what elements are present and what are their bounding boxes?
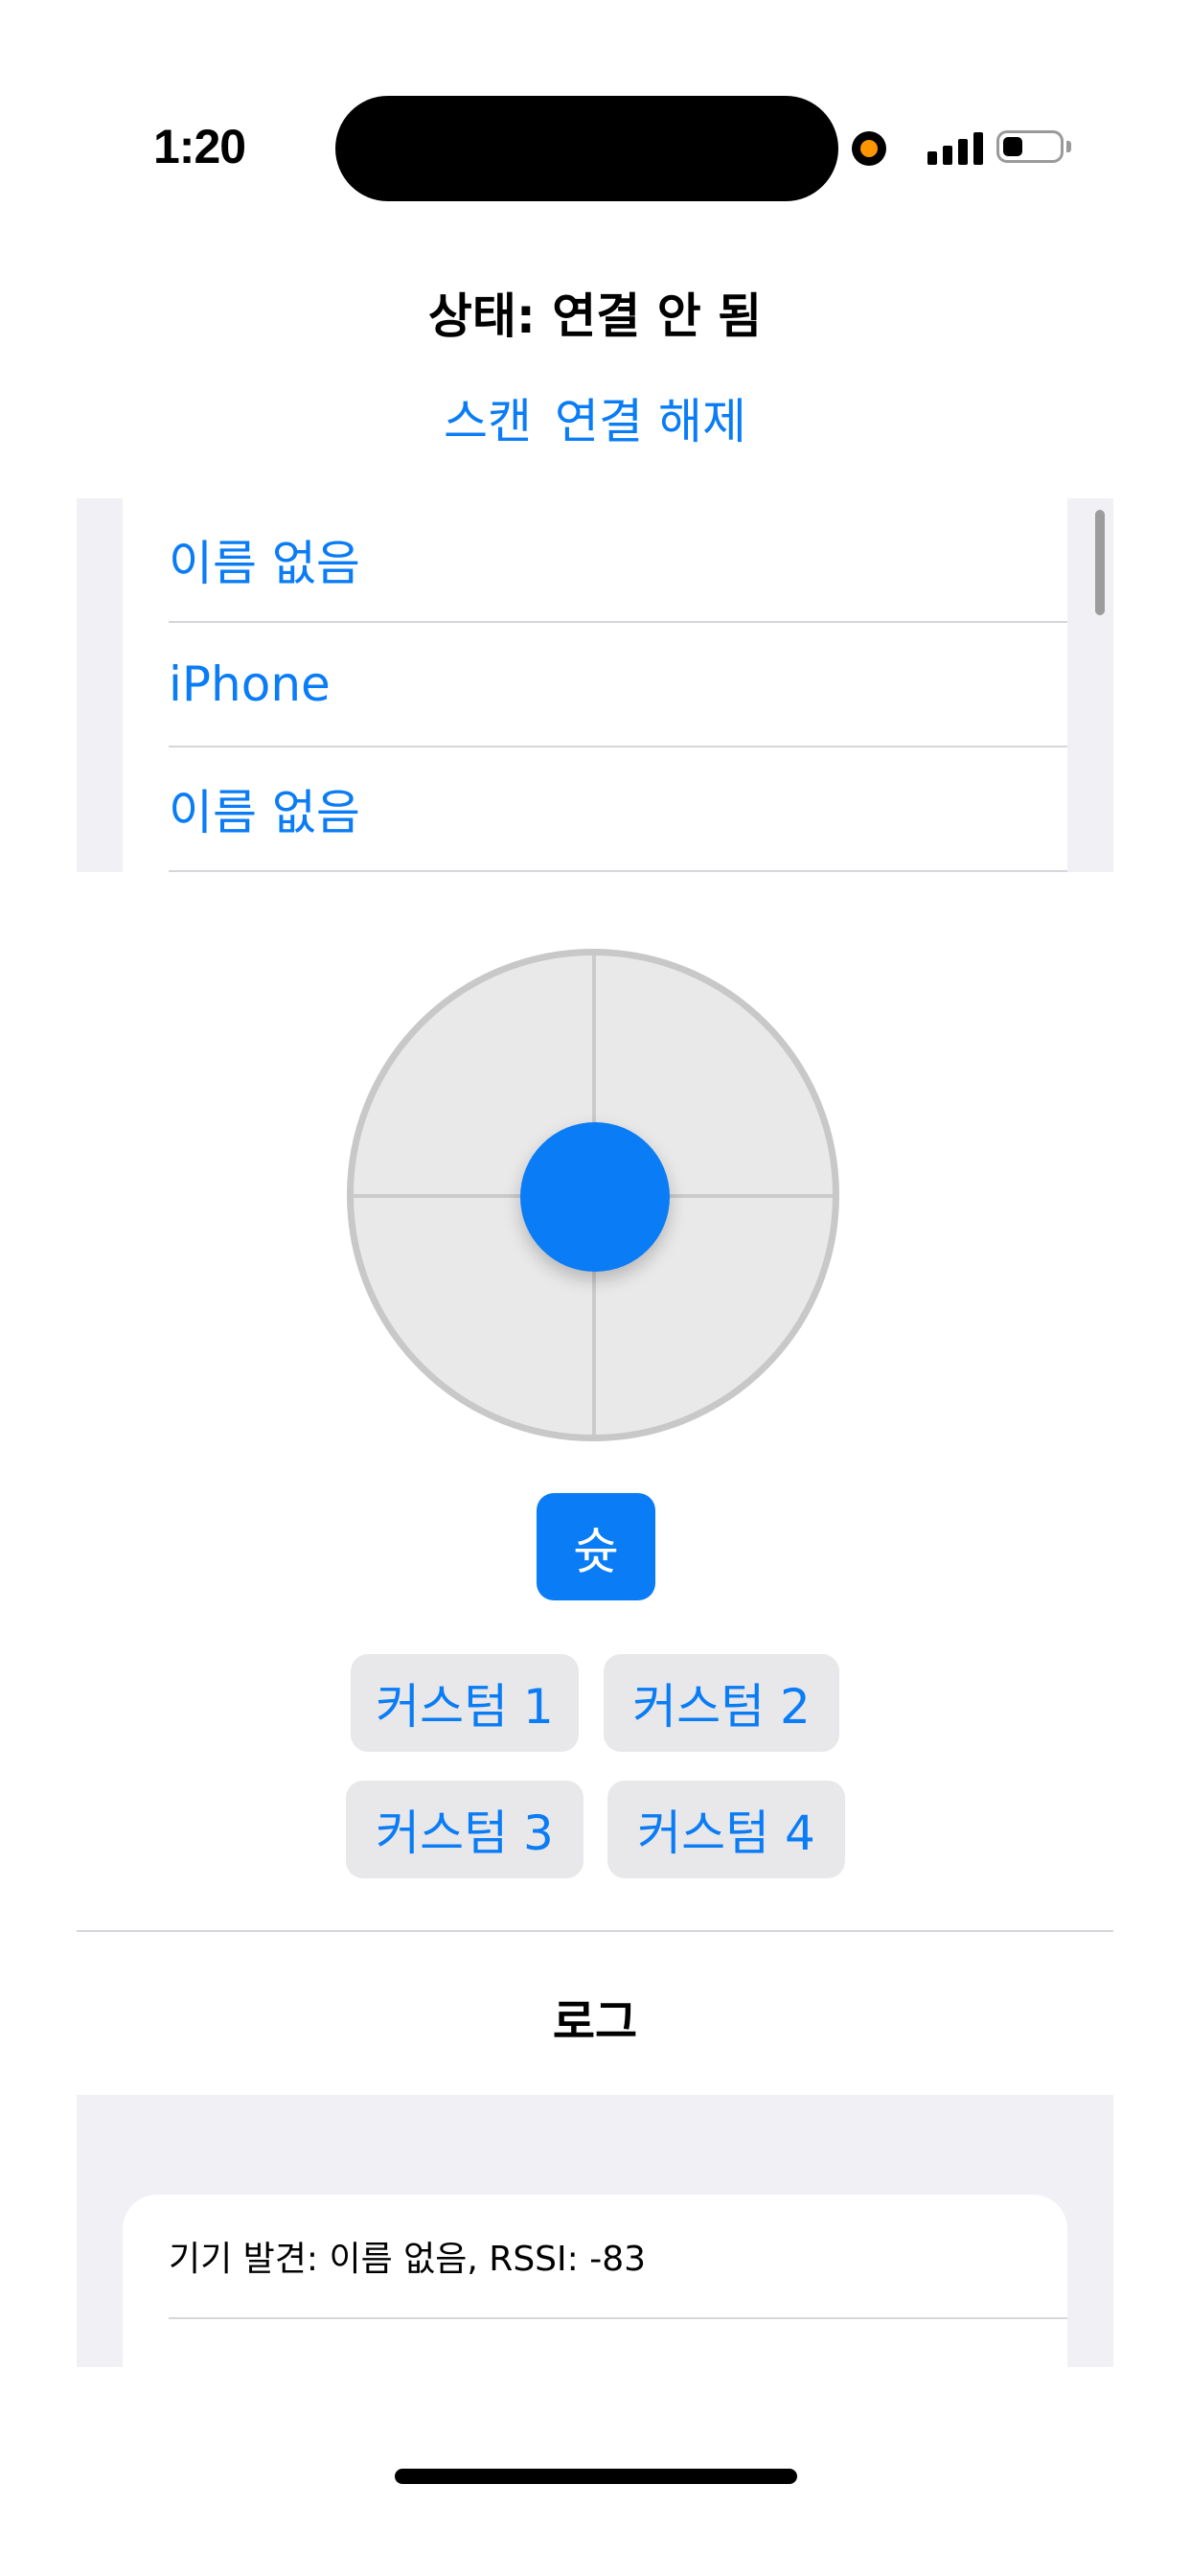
- device-row[interactable]: iPhone: [169, 623, 1067, 748]
- disconnect-button[interactable]: 연결 해제: [555, 394, 746, 449]
- status-time: 1:20: [153, 120, 246, 173]
- device-name: iPhone: [169, 656, 331, 712]
- section-divider: [77, 1930, 1113, 1932]
- scrollbar[interactable]: [1095, 510, 1105, 615]
- device-name: 이름 없음: [169, 785, 360, 840]
- home-indicator[interactable]: [395, 2469, 797, 2484]
- log-panel[interactable]: 기기 발견: 이름 없음, RSSI: -83: [77, 2095, 1113, 2367]
- scan-button[interactable]: 스캔: [444, 394, 532, 449]
- device-row[interactable]: 이름 없음: [169, 748, 1067, 872]
- device-row[interactable]: 이름 없음: [169, 498, 1067, 623]
- recording-indicator-icon: [852, 131, 886, 166]
- custom-button-3[interactable]: 커스텀 3: [346, 1781, 584, 1878]
- custom-button-1[interactable]: 커스텀 1: [351, 1654, 579, 1752]
- connection-status: 상태: 연결 안 됨: [427, 288, 763, 344]
- log-entry: 기기 발견: 이름 없음, RSSI: -83: [169, 2195, 1067, 2319]
- log-title: 로그: [552, 1995, 638, 2049]
- device-list[interactable]: 이름 없음 iPhone 이름 없음: [77, 498, 1113, 872]
- device-name: 이름 없음: [169, 536, 360, 591]
- custom-button-4[interactable]: 커스텀 4: [607, 1781, 845, 1878]
- custom-button-2[interactable]: 커스텀 2: [604, 1654, 839, 1752]
- log-list: 기기 발견: 이름 없음, RSSI: -83: [123, 2195, 1067, 2367]
- device-list-content: 이름 없음 iPhone 이름 없음: [123, 498, 1067, 872]
- dynamic-island: [335, 96, 838, 201]
- battery-icon: [996, 130, 1073, 165]
- app-screen: 1:20 상태: 연결 안 됨 스캔 연결 해제 이름 없음 iPhone 이름 …: [0, 0, 1190, 2576]
- cellular-signal-icon: [927, 130, 983, 165]
- joystick-knob[interactable]: [520, 1122, 670, 1272]
- shoot-button[interactable]: 슛: [537, 1493, 655, 1600]
- action-links: 스캔 연결 해제: [0, 383, 1190, 452]
- log-entry-text: 기기 발견: 이름 없음, RSSI: -83: [169, 2240, 647, 2279]
